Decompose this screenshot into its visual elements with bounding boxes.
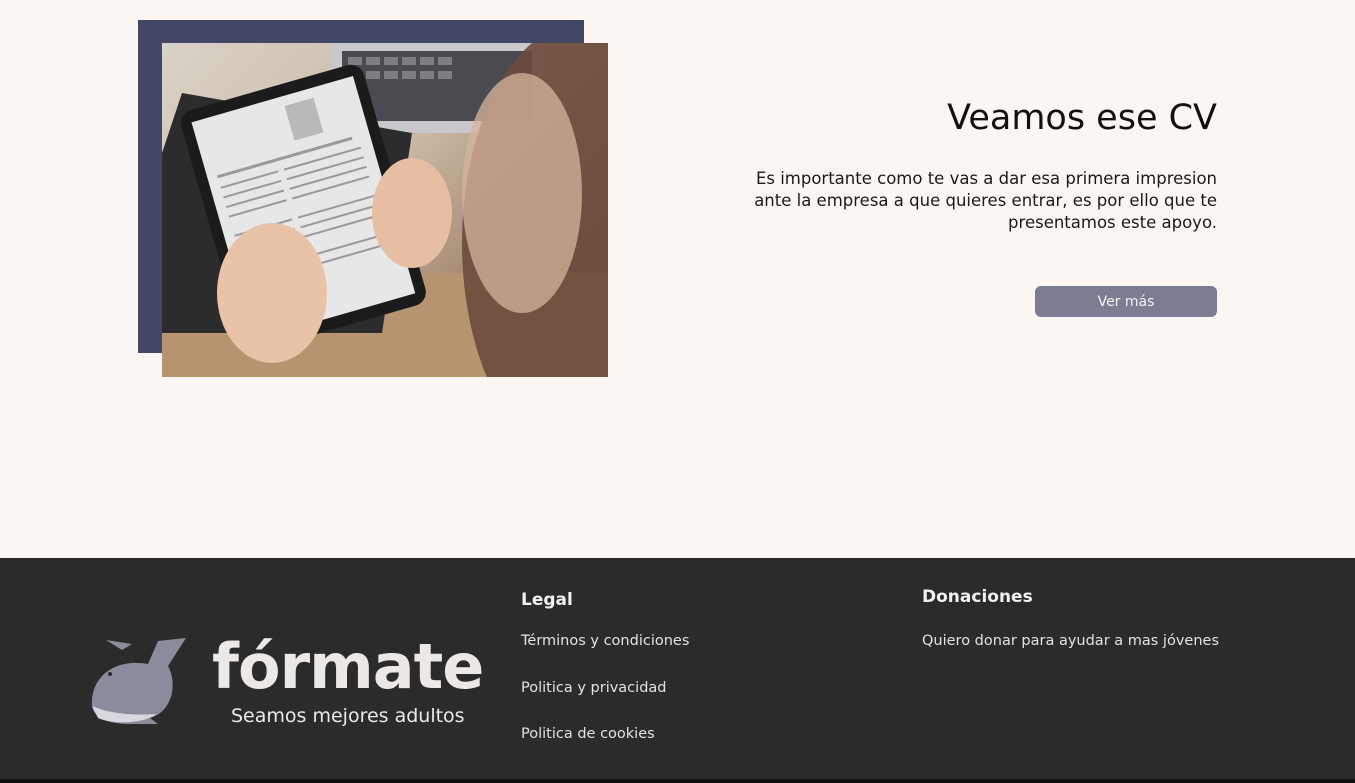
footer-bottom-border [0, 779, 1355, 783]
photo-illustration [162, 43, 608, 377]
legal-heading: Legal [521, 590, 573, 610]
logo-wordmark: fórmate [212, 630, 484, 703]
section-title: Veamos ese CV [947, 98, 1217, 138]
privacy-policy-link[interactable]: Politica y privacidad [521, 680, 666, 696]
donations-heading: Donaciones [922, 587, 1033, 607]
logo-tagline: Seamos mejores adultos [231, 705, 465, 727]
section-description: Es importante como te vas a dar esa prim… [754, 169, 1217, 232]
hero-section: Veamos ese CV Es importante como te vas … [0, 0, 1355, 558]
cookies-policy-link[interactable]: Politica de cookies [521, 726, 655, 742]
donate-link[interactable]: Quiero donar para ayudar a mas jóvenes [922, 633, 1219, 649]
ver-mas-button[interactable]: Ver más [1035, 286, 1217, 317]
cv-tablet-photo [162, 43, 608, 377]
terms-link[interactable]: Términos y condiciones [521, 633, 689, 649]
